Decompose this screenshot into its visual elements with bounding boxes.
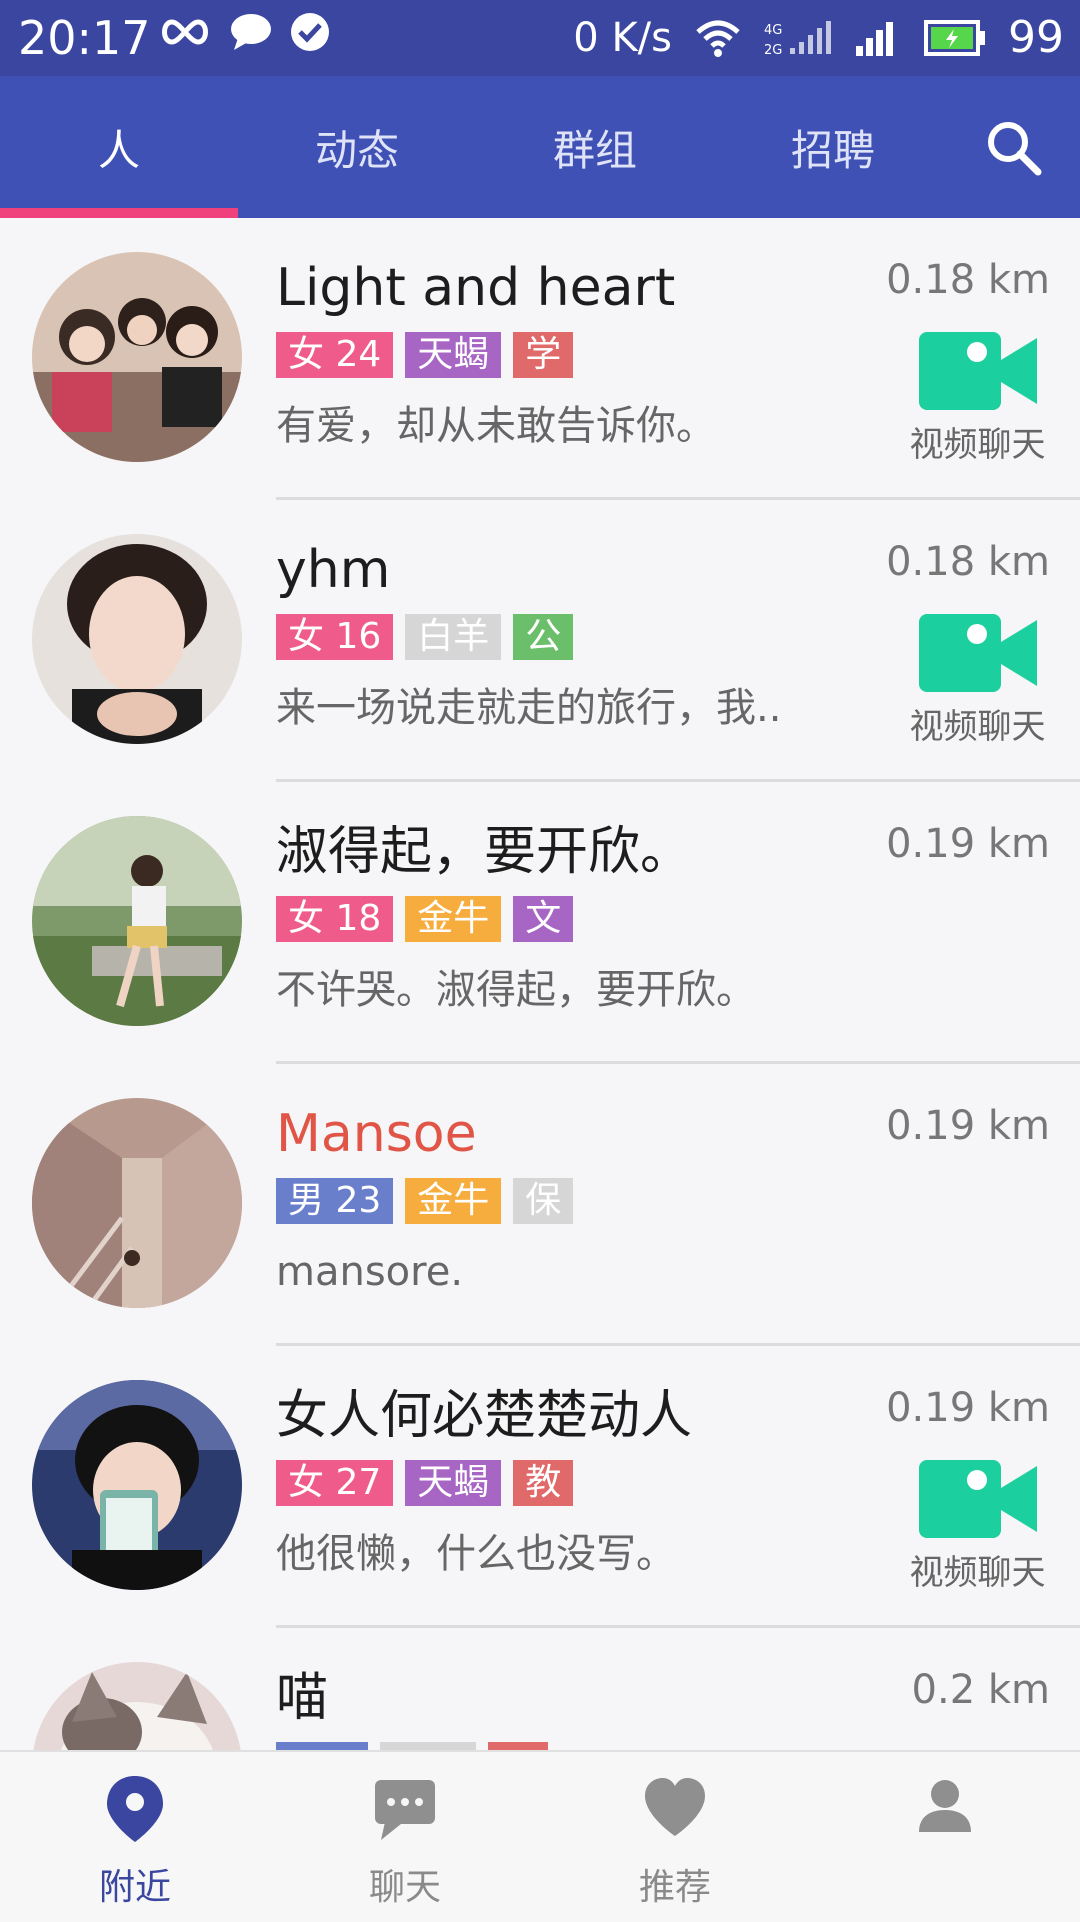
video-chat-label: 视频聊天 [909, 425, 1046, 465]
bottom-nav: 附近 聊天 推荐 [0, 1750, 1080, 1922]
avatar[interactable] [32, 1662, 242, 1750]
person-icon [919, 1780, 971, 1832]
zodiac-badge: 天蝎 [405, 1460, 502, 1506]
list-item[interactable]: 喵 0.2 km [0, 1628, 1080, 1750]
avatar[interactable] [32, 534, 242, 744]
user-name: Mansoe [276, 1104, 477, 1164]
location-pin-icon [107, 1776, 163, 1842]
check-circle-icon [291, 13, 329, 51]
status-notification-icons [158, 12, 330, 52]
battery-icon [924, 20, 985, 56]
user-tags: 男 23 金牛 保 [276, 1178, 574, 1224]
occupation-badge: 文 [513, 896, 574, 942]
distance-label: 0.18 km [886, 257, 1050, 303]
user-name: 女人何必楚楚动人 [276, 1386, 693, 1446]
nav-profile[interactable] [810, 1752, 1080, 1922]
nav-label: 附近 [98, 1867, 171, 1908]
status-time: 20:17 [18, 11, 151, 65]
battery-level: 99 [1008, 12, 1064, 63]
tab-indicator [0, 208, 238, 218]
tab-groups[interactable]: 群组 [476, 76, 714, 218]
video-chat-label: 视频聊天 [909, 1553, 1046, 1593]
video-camera-icon [918, 614, 1037, 692]
svg-text:4G: 4G [764, 23, 782, 38]
user-name: yhm [276, 540, 391, 600]
nav-label: 聊天 [368, 1867, 441, 1908]
user-name: Light and heart [276, 258, 676, 318]
user-tags: 女 16 白羊 公 [276, 614, 574, 660]
list-item[interactable]: Mansoe 男 23 金牛 保 mansore. 0.19 km [0, 1064, 1080, 1346]
chat-bubble-icon [375, 1780, 435, 1840]
user-bio: mansore. [276, 1249, 464, 1295]
user-tags: 女 24 天蝎 学 [276, 332, 574, 378]
tab-jobs[interactable]: 招聘 [714, 76, 952, 218]
status-bar: 20:17 0 K/s 4G 2G 99 [0, 0, 1080, 76]
tab-people[interactable]: 人 [0, 76, 238, 218]
distance-label: 0.19 km [886, 1385, 1050, 1431]
video-chat-button[interactable]: 视频聊天 [905, 1458, 1050, 1596]
video-chat-button[interactable]: 视频聊天 [905, 612, 1050, 750]
nav-chat[interactable]: 聊天 [270, 1752, 540, 1922]
list-item[interactable]: Light and heart 女 24 天蝎 学 有爱，却从未敢告诉你。 0.… [0, 218, 1080, 500]
gender-age-badge [276, 1742, 368, 1750]
svg-text:2G: 2G [764, 43, 782, 58]
occupation-badge: 保 [513, 1178, 574, 1224]
user-bio: 来一场说走就走的旅行，我.. [276, 685, 782, 731]
zodiac-badge [380, 1742, 476, 1750]
nav-nearby[interactable]: 附近 [0, 1752, 270, 1922]
distance-label: 0.2 km [911, 1667, 1050, 1713]
gender-age-badge: 女 24 [276, 332, 394, 378]
heart-icon [645, 1778, 705, 1836]
user-name: 喵 [276, 1668, 329, 1728]
user-bio: 有爱，却从未敢告诉你。 [276, 403, 716, 449]
occupation-badge: 教 [513, 1460, 574, 1506]
infinity-icon [162, 19, 208, 45]
wifi-icon [696, 20, 740, 57]
distance-label: 0.19 km [886, 821, 1050, 867]
nav-recommend[interactable]: 推荐 [540, 1752, 810, 1922]
signal-icon [856, 22, 893, 56]
gender-age-badge: 女 16 [276, 614, 394, 660]
occupation-badge: 公 [513, 614, 574, 660]
nearby-user-list[interactable]: Light and heart 女 24 天蝎 学 有爱，却从未敢告诉你。 0.… [0, 218, 1080, 1750]
status-right-icons: 0 K/s 4G 2G 99 [573, 10, 1064, 66]
tab-moments[interactable]: 动态 [238, 76, 476, 218]
occupation-badge [488, 1742, 548, 1750]
zodiac-badge: 金牛 [405, 896, 502, 942]
zodiac-badge: 白羊 [405, 614, 502, 660]
avatar[interactable] [32, 816, 242, 1026]
list-item[interactable]: 淑得起，要开欣。 女 18 金牛 文 不许哭。淑得起，要开欣。 0.19 km [0, 782, 1080, 1064]
network-speed: 0 K/s [573, 15, 672, 61]
zodiac-badge: 金牛 [405, 1178, 502, 1224]
user-bio: 不许哭。淑得起，要开欣。 [276, 967, 756, 1013]
avatar[interactable] [32, 252, 242, 462]
gender-age-badge: 男 23 [276, 1178, 394, 1224]
avatar[interactable] [32, 1380, 242, 1590]
user-tags: 女 18 金牛 文 [276, 896, 574, 942]
list-item[interactable]: yhm 女 16 白羊 公 来一场说走就走的旅行，我.. 0.18 km 视频聊… [0, 500, 1080, 782]
top-tab-bar: 人 动态 群组 招聘 [0, 76, 1080, 218]
user-tags [276, 1742, 548, 1750]
video-camera-icon [918, 1460, 1037, 1538]
search-icon[interactable] [982, 116, 1046, 180]
user-tags: 女 27 天蝎 教 [276, 1460, 574, 1506]
list-item[interactable]: 女人何必楚楚动人 女 27 天蝎 教 他很懒，什么也没写。 0.19 km 视频… [0, 1346, 1080, 1628]
message-icon [231, 14, 271, 50]
video-chat-button[interactable]: 视频聊天 [905, 330, 1050, 468]
distance-label: 0.19 km [886, 1103, 1050, 1149]
occupation-badge: 学 [513, 332, 574, 378]
video-chat-label: 视频聊天 [909, 707, 1046, 747]
user-bio: 他很懒，什么也没写。 [276, 1531, 676, 1577]
distance-label: 0.18 km [886, 539, 1050, 585]
user-name: 淑得起，要开欣。 [276, 822, 693, 882]
gender-age-badge: 女 18 [276, 896, 394, 942]
gender-age-badge: 女 27 [276, 1460, 394, 1506]
zodiac-badge: 天蝎 [405, 332, 502, 378]
nav-label: 推荐 [638, 1867, 711, 1908]
avatar[interactable] [32, 1098, 242, 1308]
video-camera-icon [918, 332, 1037, 410]
dual-network-icon: 4G2G [764, 21, 831, 58]
